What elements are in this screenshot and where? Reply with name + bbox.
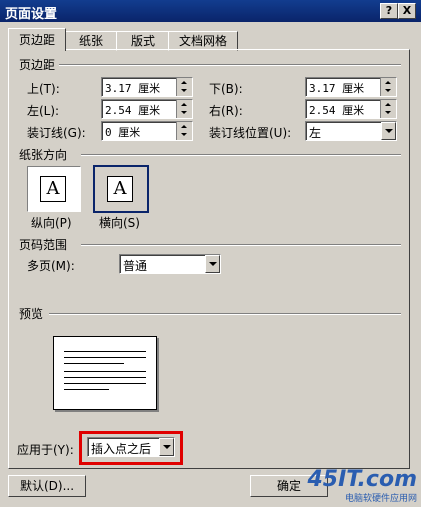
pages-group-label: 页码范围 — [19, 238, 68, 252]
title-bar: 页面设置 ? X — [0, 0, 421, 22]
tab-layout[interactable]: 版式 — [116, 31, 170, 51]
page-preview — [53, 336, 157, 410]
margins-group-label: 页边距 — [19, 58, 56, 72]
gutter-spinner[interactable]: 0 厘米 — [101, 121, 193, 141]
chevron-down-icon[interactable] — [205, 255, 220, 273]
top-margin-value: 3.17 厘米 — [105, 82, 161, 95]
left-margin-label: 左(L): — [27, 104, 60, 118]
gutter-position-select[interactable]: 左 — [305, 121, 397, 141]
multiple-pages-label: 多页(M): — [27, 259, 75, 273]
left-margin-spinner[interactable]: 2.54 厘米 — [101, 99, 193, 119]
multiple-pages-value: 普通 — [123, 259, 148, 273]
top-margin-label: 上(T): — [27, 82, 60, 96]
divider — [59, 64, 401, 66]
default-button[interactable]: 默认(D)... — [8, 475, 86, 497]
watermark-subtitle: 电脑软硬件应用网 — [344, 494, 417, 504]
apply-to-label: 应用于(Y): — [17, 443, 74, 457]
spin-arrows-icon[interactable] — [380, 78, 396, 96]
tab-margins[interactable]: 页边距 — [8, 28, 66, 51]
gutter-position-label: 装订线位置(U): — [209, 126, 292, 140]
close-button[interactable]: X — [398, 3, 416, 19]
bottom-margin-label: 下(B): — [209, 82, 243, 96]
preview-line — [64, 377, 146, 378]
gutter-value: 0 厘米 — [105, 126, 141, 139]
left-margin-value: 2.54 厘米 — [105, 104, 161, 117]
bottom-margin-spinner[interactable]: 3.17 厘米 — [305, 77, 397, 97]
divider — [49, 313, 401, 315]
apply-to-select[interactable]: 插入点之后 — [87, 437, 175, 457]
preview-line — [64, 389, 109, 390]
landscape-label: 横向(S) — [99, 216, 140, 230]
right-margin-value: 2.54 厘米 — [309, 104, 365, 117]
portrait-label: 纵向(P) — [31, 216, 72, 230]
right-margin-spinner[interactable]: 2.54 厘米 — [305, 99, 397, 119]
margins-panel: 页边距 上(T): 3.17 厘米 下(B): 3.17 厘米 左(L): 2.… — [8, 49, 410, 469]
apply-to-value: 插入点之后 — [91, 442, 152, 456]
help-button[interactable]: ? — [380, 3, 398, 19]
landscape-option[interactable]: A — [93, 165, 149, 213]
preview-line — [64, 383, 146, 384]
multiple-pages-select[interactable]: 普通 — [119, 254, 221, 274]
right-margin-label: 右(R): — [209, 104, 243, 118]
chevron-down-icon[interactable] — [159, 438, 174, 456]
orientation-group-label: 纸张方向 — [19, 148, 68, 162]
watermark-brand: 45IT.com — [307, 467, 417, 492]
gutter-label: 装订线(G): — [27, 126, 86, 140]
spin-arrows-icon[interactable] — [176, 122, 192, 140]
dialog-title: 页面设置 — [5, 7, 58, 22]
tab-paper[interactable]: 纸张 — [64, 31, 118, 51]
preview-line — [64, 363, 124, 364]
portrait-page-icon: A — [40, 176, 66, 202]
preview-line — [64, 371, 146, 372]
watermark: 45IT.com 电脑软硬件应用网 — [307, 467, 417, 505]
spin-arrows-icon[interactable] — [176, 78, 192, 96]
tab-document-grid[interactable]: 文档网格 — [168, 31, 238, 51]
landscape-page-icon: A — [107, 176, 133, 202]
divider — [81, 154, 401, 156]
top-margin-spinner[interactable]: 3.17 厘米 — [101, 77, 193, 97]
preview-line — [64, 357, 146, 358]
spin-arrows-icon[interactable] — [380, 100, 396, 118]
preview-line — [64, 351, 146, 352]
divider — [81, 244, 401, 246]
gutter-position-value: 左 — [309, 126, 322, 140]
portrait-option[interactable]: A — [27, 166, 81, 212]
bottom-margin-value: 3.17 厘米 — [309, 82, 365, 95]
chevron-down-icon[interactable] — [381, 122, 396, 140]
preview-group-label: 预览 — [19, 307, 44, 321]
spin-arrows-icon[interactable] — [176, 100, 192, 118]
